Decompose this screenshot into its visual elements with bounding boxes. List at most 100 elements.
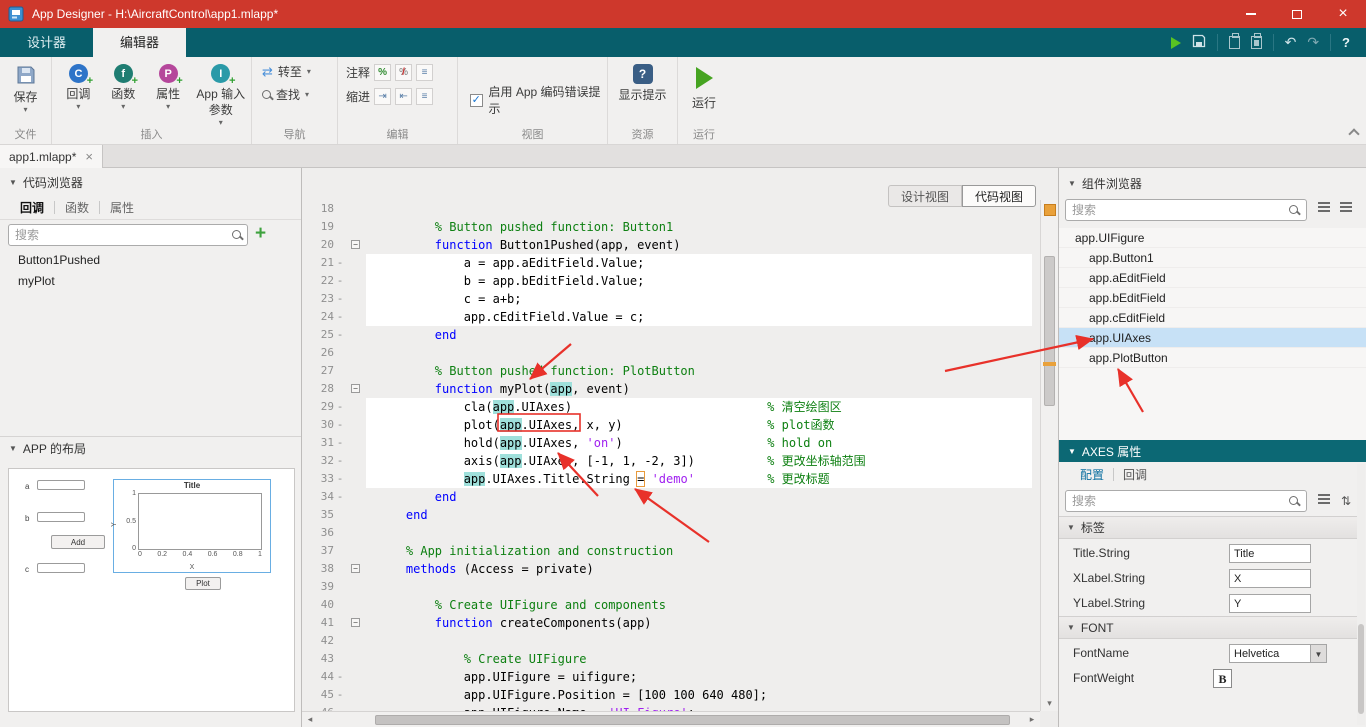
redo-icon[interactable]: ↷: [1307, 34, 1319, 51]
breakpoint-dash[interactable]: [334, 596, 346, 614]
code-line-22[interactable]: 22- b = app.bEditField.Value;: [302, 272, 1040, 290]
breakpoint-dash[interactable]: [334, 560, 346, 578]
indent-left-icon[interactable]: ⇤: [395, 88, 412, 105]
component-app.UIAxes[interactable]: app.UIAxes: [1059, 328, 1366, 348]
code-line-21[interactable]: 21- a = app.aEditField.Value;: [302, 254, 1040, 272]
axes-properties-header[interactable]: ▼ AXES 属性: [1059, 440, 1366, 462]
code-line-34[interactable]: 34- end: [302, 488, 1040, 506]
section-header-FONT[interactable]: ▼FONT: [1059, 616, 1358, 639]
paste-icon[interactable]: [1251, 36, 1262, 49]
section-header-标签[interactable]: ▼标签: [1059, 516, 1358, 539]
breakpoint-dash[interactable]: [334, 362, 346, 380]
code-line-35[interactable]: 35 end: [302, 506, 1040, 524]
maximize-button[interactable]: [1274, 0, 1320, 28]
lint-warning-marker[interactable]: [1043, 362, 1056, 366]
smart-indent-icon[interactable]: ⇥: [374, 88, 391, 105]
breakpoint-dash[interactable]: [334, 632, 346, 650]
doc-tab-app1[interactable]: app1.mlapp* ×: [0, 145, 103, 168]
lint-indicator[interactable]: [1044, 204, 1056, 216]
b-editfield-preview[interactable]: [37, 512, 85, 522]
breakpoint-dash[interactable]: [334, 380, 346, 398]
breakpoint-dash[interactable]: -: [334, 416, 346, 434]
code-line-19[interactable]: 19 % Button pushed function: Button1: [302, 218, 1040, 236]
breakpoint-dash[interactable]: -: [334, 326, 346, 344]
breakpoint-dash[interactable]: -: [334, 272, 346, 290]
prop-input-YLabel.String[interactable]: [1229, 594, 1311, 613]
tab-callbacks[interactable]: 回调: [1114, 466, 1156, 483]
tab-close-icon[interactable]: ×: [85, 149, 93, 164]
code-line-32[interactable]: 32- axis(app.UIAxes, [-1, 1, -2, 3]) % 更…: [302, 452, 1040, 470]
breakpoint-dash[interactable]: -: [334, 308, 346, 326]
breakpoint-dash[interactable]: [334, 218, 346, 236]
breakpoint-dash[interactable]: -: [334, 452, 346, 470]
run-quick-icon[interactable]: [1171, 37, 1181, 49]
sort-icon[interactable]: ⇅: [1337, 492, 1355, 510]
component-app.bEditField[interactable]: app.bEditField: [1059, 288, 1366, 308]
code-line-46[interactable]: 46- app.UIFigure.Name = 'UI Figure';: [302, 704, 1040, 711]
undo-icon[interactable]: ↶: [1285, 34, 1297, 51]
ribbon-collapse-icon[interactable]: [1348, 128, 1359, 139]
code-line-33[interactable]: 33- app.UIAxes.Title.String = 'demo' % 更…: [302, 470, 1040, 488]
component-search-input[interactable]: [1065, 199, 1307, 221]
component-app.aEditField[interactable]: app.aEditField: [1059, 268, 1366, 288]
code-line-41[interactable]: 41− function createComponents(app): [302, 614, 1040, 632]
code-line-39[interactable]: 39: [302, 578, 1040, 596]
fontname-dropdown-arrow[interactable]: ▼: [1311, 644, 1327, 663]
fold-icon[interactable]: −: [351, 618, 360, 627]
component-app.PlotButton[interactable]: app.PlotButton: [1059, 348, 1366, 368]
goto-button[interactable]: ⇄ 转至▾: [252, 57, 337, 80]
tab-functions[interactable]: 函数: [55, 199, 99, 216]
breakpoint-dash[interactable]: [334, 236, 346, 254]
expand-all-icon[interactable]: [1337, 200, 1355, 218]
code-line-42[interactable]: 42: [302, 632, 1040, 650]
indent-right-icon[interactable]: ≡: [416, 88, 433, 105]
insert-property-button[interactable]: P+属性▾: [146, 57, 191, 126]
code-line-31[interactable]: 31- hold(app.UIAxes, 'on') % hold on: [302, 434, 1040, 452]
code-view-button[interactable]: 代码视图: [962, 185, 1036, 207]
insert-callback-button[interactable]: C+回调▾: [56, 57, 101, 126]
collapse-all-icon[interactable]: [1315, 200, 1333, 218]
copy-icon[interactable]: [1229, 36, 1240, 49]
code-browser-header[interactable]: ▼ 代码浏览器: [0, 168, 301, 196]
code-line-43[interactable]: 43 % Create UIFigure: [302, 650, 1040, 668]
c-editfield-preview[interactable]: [37, 563, 85, 573]
error-hints-checkbox[interactable]: ✓: [470, 94, 483, 107]
breakpoint-dash[interactable]: -: [334, 488, 346, 506]
component-app.UIFigure[interactable]: app.UIFigure: [1059, 228, 1366, 248]
design-view-button[interactable]: 设计视图: [888, 185, 962, 207]
scrollbar-thumb[interactable]: [1044, 256, 1055, 406]
code-line-38[interactable]: 38− methods (Access = private): [302, 560, 1040, 578]
show-hints-button[interactable]: ? 显示提示: [608, 57, 677, 103]
insert-function-button[interactable]: f+函数▾: [101, 57, 146, 126]
code-line-44[interactable]: 44- app.UIFigure = uifigure;: [302, 668, 1040, 686]
find-button[interactable]: 查找▾: [252, 80, 337, 103]
properties-scrollbar[interactable]: [1357, 464, 1365, 725]
breakpoint-dash[interactable]: -: [334, 668, 346, 686]
code-line-27[interactable]: 27 % Button pushed function: PlotButton: [302, 362, 1040, 380]
callback-item-Button1Pushed[interactable]: Button1Pushed: [0, 250, 301, 271]
breakpoint-dash[interactable]: [334, 650, 346, 668]
fold-icon[interactable]: −: [351, 384, 360, 393]
comment-icon[interactable]: %: [374, 64, 391, 81]
save-button[interactable]: 保存 ▾: [0, 57, 51, 113]
breakpoint-dash[interactable]: [334, 344, 346, 362]
code-line-20[interactable]: 20− function Button1Pushed(app, event): [302, 236, 1040, 254]
tab-configuration[interactable]: 配置: [1071, 466, 1113, 483]
add-button-preview[interactable]: Add: [51, 535, 105, 549]
breakpoint-dash[interactable]: -: [334, 398, 346, 416]
code-line-37[interactable]: 37 % App initialization and construction: [302, 542, 1040, 560]
tab-properties[interactable]: 属性: [100, 199, 144, 216]
minimize-button[interactable]: [1228, 0, 1274, 28]
tab-callbacks[interactable]: 回调: [10, 199, 54, 216]
app-layout-header[interactable]: ▼ APP 的布局: [0, 436, 301, 460]
breakpoint-dash[interactable]: -: [334, 254, 346, 272]
breakpoint-dash[interactable]: [334, 524, 346, 542]
scrollbar-thumb[interactable]: [375, 715, 1010, 725]
tab-designer[interactable]: 设计器: [0, 28, 93, 57]
component-app.cEditField[interactable]: app.cEditField: [1059, 308, 1366, 328]
breakpoint-dash[interactable]: -: [334, 290, 346, 308]
list-view-icon[interactable]: [1315, 492, 1333, 510]
breakpoint-dash[interactable]: -: [334, 434, 346, 452]
breakpoint-dash[interactable]: -: [334, 704, 346, 711]
code-line-26[interactable]: 26: [302, 344, 1040, 362]
